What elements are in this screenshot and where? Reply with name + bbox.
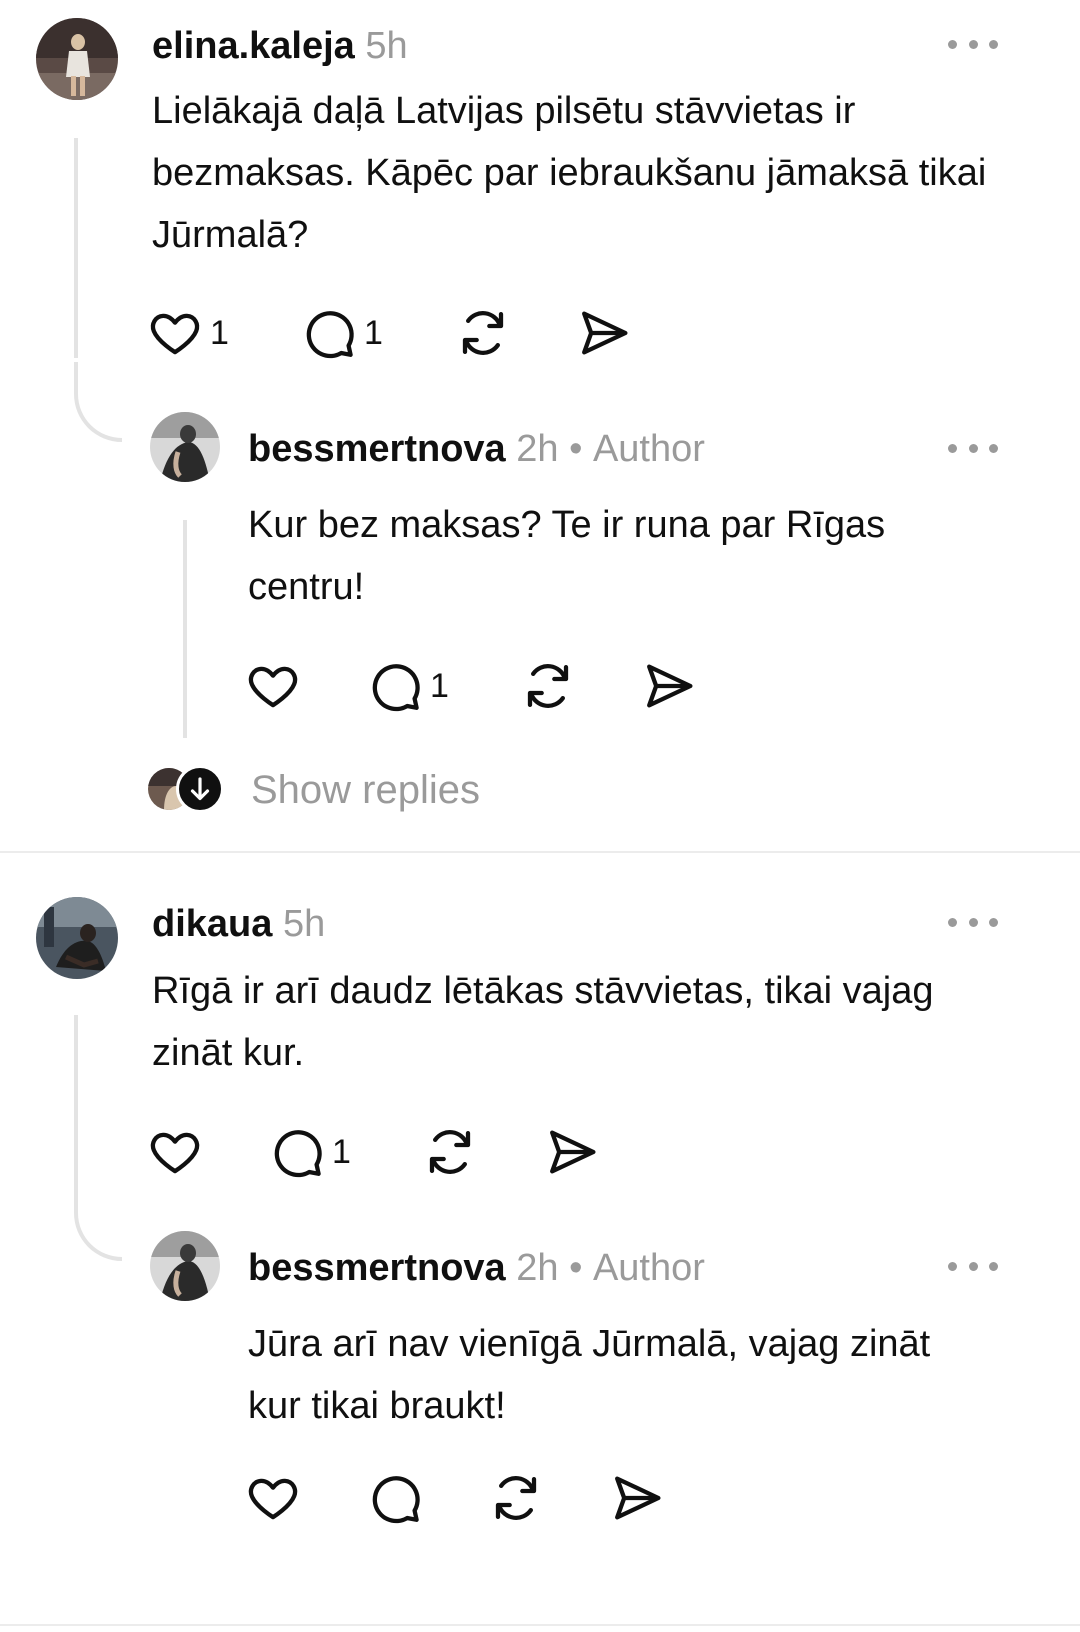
share-button[interactable]	[545, 1125, 599, 1179]
reply-text: Kur bez maksas? Te ir runa par Rīgas cen…	[248, 504, 886, 608]
repost-icon	[423, 1125, 477, 1179]
like-button[interactable]	[148, 1125, 202, 1179]
reply-time: 2h	[516, 1247, 559, 1289]
heart-icon	[148, 1125, 202, 1179]
thread-line	[74, 138, 78, 358]
repost-icon	[521, 659, 575, 713]
repost-button[interactable]	[423, 1125, 477, 1179]
show-replies-link[interactable]: Show replies	[251, 770, 480, 810]
reply-count: 1	[332, 1133, 351, 1171]
like-count: 1	[210, 314, 229, 352]
repost-button[interactable]	[489, 1471, 543, 1525]
username-text[interactable]: elina.kaleja	[152, 25, 355, 67]
reply-time: 2h	[516, 428, 559, 470]
reply-count: 1	[430, 667, 449, 705]
thread-line	[183, 520, 187, 738]
avatar[interactable]	[36, 18, 118, 100]
arrow-down-icon	[176, 765, 224, 813]
author-badge: Author	[592, 1247, 705, 1289]
divider	[0, 851, 1080, 853]
reply-button[interactable]	[368, 1471, 422, 1525]
reply-text: Jūra arī nav vienīgā Jūrmalā, vajag zinā…	[248, 1323, 931, 1427]
username-text[interactable]: bessmertnova	[248, 1247, 506, 1289]
author-badge: Author	[592, 428, 705, 470]
comment-icon	[270, 1125, 324, 1179]
comment-username[interactable]: elina.kaleja 5h	[152, 27, 408, 65]
meta-separator: •	[569, 428, 583, 470]
comment-time: 5h	[282, 903, 326, 945]
thread-connector	[74, 362, 122, 442]
like-button[interactable]: 1	[148, 306, 229, 360]
username-text[interactable]: bessmertnova	[248, 428, 506, 470]
reply-username[interactable]: bessmertnova 2h • Author	[248, 1249, 705, 1287]
reply-button[interactable]: 1	[368, 659, 449, 713]
avatar[interactable]	[36, 897, 118, 979]
share-icon	[577, 306, 631, 360]
heart-icon	[148, 306, 202, 360]
comment-username[interactable]: dikaua 5h	[152, 905, 325, 943]
username-text[interactable]: dikaua	[152, 903, 272, 945]
repost-icon	[456, 306, 510, 360]
thread-line	[74, 1015, 78, 1181]
repost-icon	[489, 1471, 543, 1525]
divider	[0, 1624, 1080, 1626]
comment-icon	[368, 1471, 422, 1525]
comment-text: Rīgā ir arī daudz lētākas stāvvietas, ti…	[152, 970, 934, 1074]
repost-button[interactable]	[456, 306, 510, 360]
comment-icon	[302, 306, 356, 360]
heart-icon	[246, 659, 300, 713]
reply-count: 1	[364, 314, 383, 352]
comment-text: Lielākajā daļā Latvijas pilsētu stāvviet…	[152, 90, 987, 256]
more-icon[interactable]	[948, 438, 998, 458]
repost-button[interactable]	[521, 659, 575, 713]
comment-time: 5h	[365, 25, 408, 67]
more-icon[interactable]	[948, 1256, 998, 1276]
reply-button[interactable]: 1	[270, 1125, 351, 1179]
reply-username[interactable]: bessmertnova 2h • Author	[248, 430, 705, 468]
avatar[interactable]	[150, 1231, 220, 1301]
share-button[interactable]	[642, 659, 696, 713]
share-button[interactable]	[577, 306, 631, 360]
heart-icon	[246, 1471, 300, 1525]
more-icon[interactable]	[948, 912, 998, 932]
avatar[interactable]	[150, 412, 220, 482]
meta-separator: •	[569, 1247, 583, 1289]
like-button[interactable]	[246, 659, 300, 713]
share-icon	[545, 1125, 599, 1179]
share-icon	[642, 659, 696, 713]
like-button[interactable]	[246, 1471, 300, 1525]
share-button[interactable]	[610, 1471, 664, 1525]
comment-icon	[368, 659, 422, 713]
reply-button[interactable]: 1	[302, 306, 383, 360]
thread-connector	[74, 1181, 122, 1261]
share-icon	[610, 1471, 664, 1525]
more-icon[interactable]	[948, 34, 998, 54]
